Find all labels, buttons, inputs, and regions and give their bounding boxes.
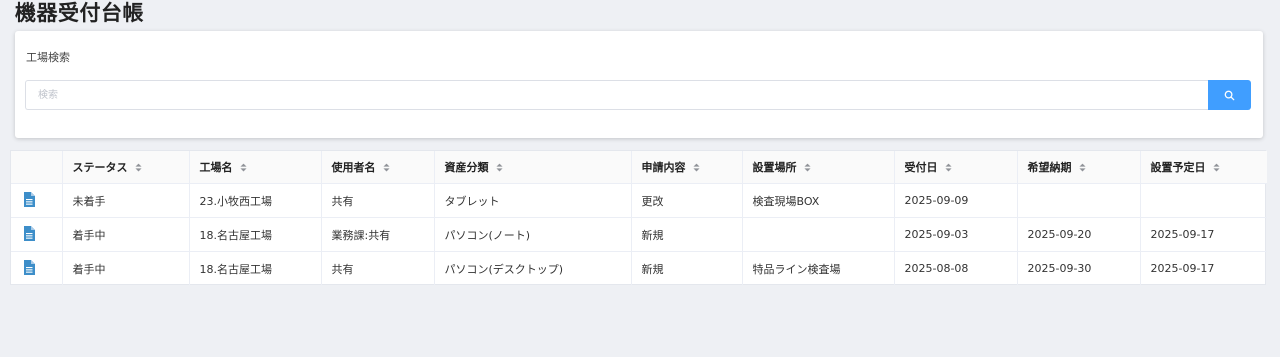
search-label: 工場検索: [26, 51, 70, 64]
header-location[interactable]: 設置場所: [742, 151, 895, 184]
request-cell: 更改: [631, 183, 743, 218]
document-icon[interactable]: [11, 251, 63, 285]
sort-icon[interactable]: [382, 162, 390, 175]
sort-icon[interactable]: [1212, 162, 1220, 175]
received-date-cell: 2025-09-03: [894, 217, 1018, 252]
factory-cell: 23.小牧西工場: [189, 183, 322, 218]
header-asset-class[interactable]: 資産分類: [434, 151, 632, 184]
column-label: 工場名: [199, 161, 233, 174]
desired-delivery-cell: 2025-09-30: [1017, 251, 1141, 285]
sort-icon[interactable]: [944, 162, 952, 175]
desired-delivery-cell: [1017, 183, 1141, 218]
table-row[interactable]: 着手中 18.名古屋工場 業務課:共有 パソコン(ノート) 新規 2025-09-03 20…: [11, 217, 1267, 252]
factory-cell: 18.名古屋工場: [189, 251, 322, 285]
received-date-cell: 2025-09-09: [894, 183, 1018, 218]
table-row[interactable]: 未着手 23.小牧西工場 共有 タブレット 更改 検査現場BOX 2025-09-09: [11, 183, 1267, 218]
column-label: 希望納期: [1027, 161, 1072, 174]
planned-install-cell: 2025-09-17: [1140, 217, 1267, 252]
search-panel: 工場検索: [15, 31, 1263, 138]
asset-class-cell: パソコン(デスクトップ): [434, 251, 632, 285]
column-label: 申請内容: [641, 161, 686, 174]
user-cell: 業務課:共有: [321, 217, 435, 252]
document-icon[interactable]: [11, 183, 63, 218]
header-icon-column: [11, 151, 63, 184]
sort-icon[interactable]: [1078, 162, 1086, 175]
planned-install-cell: [1140, 183, 1267, 218]
sort-icon[interactable]: [495, 162, 503, 175]
location-cell: [742, 217, 895, 252]
column-label: 設置予定日: [1150, 161, 1206, 174]
column-label: 受付日: [904, 161, 938, 174]
search-input[interactable]: [26, 81, 1208, 109]
column-label: 設置場所: [752, 161, 797, 174]
document-icon[interactable]: [11, 217, 63, 252]
header-received[interactable]: 受付日: [894, 151, 1018, 184]
location-cell: 検査現場BOX: [742, 183, 895, 218]
header-planned-install[interactable]: 設置予定日: [1140, 151, 1267, 184]
factory-cell: 18.名古屋工場: [189, 217, 322, 252]
sort-icon[interactable]: [134, 162, 142, 175]
asset-class-cell: パソコン(ノート): [434, 217, 632, 252]
search-button[interactable]: [1208, 80, 1251, 110]
sort-icon[interactable]: [803, 162, 811, 175]
status-cell: 着手中: [62, 251, 190, 285]
search-box: [25, 80, 1208, 110]
column-label: 使用者名: [331, 161, 376, 174]
header-factory[interactable]: 工場名: [189, 151, 322, 184]
user-cell: 共有: [321, 251, 435, 285]
status-cell: 未着手: [62, 183, 190, 218]
location-cell: 特品ライン検査場: [742, 251, 895, 285]
request-cell: 新規: [631, 251, 743, 285]
device-table: ステータス 工場名 使用者名 資産分類 申請内容 設置場所 受付日 希望納期 設置予定日 未着手…: [10, 150, 1267, 285]
sort-icon[interactable]: [239, 162, 247, 175]
table-row[interactable]: 着手中 18.名古屋工場 共有 パソコン(デスクトップ) 新規 特品ライン検査場 2025-…: [11, 251, 1267, 285]
header-status[interactable]: ステータス: [62, 151, 190, 184]
sort-icon[interactable]: [692, 162, 700, 175]
planned-install-cell: 2025-09-17: [1150, 262, 1215, 275]
column-label: ステータス: [72, 161, 128, 174]
status-cell: 着手中: [62, 217, 190, 252]
page-title: 機器受付台帳: [15, 1, 144, 25]
table-header-row: ステータス 工場名 使用者名 資産分類 申請内容 設置場所 受付日 希望納期 設置予定日: [11, 151, 1267, 184]
asset-class-cell: タブレット: [434, 183, 632, 218]
user-cell: 共有: [321, 183, 435, 218]
request-cell: 新規: [631, 217, 743, 252]
search-icon: [1224, 90, 1235, 100]
header-desired-delivery[interactable]: 希望納期: [1017, 151, 1141, 184]
header-request[interactable]: 申請内容: [631, 151, 743, 184]
desired-delivery-cell: 2025-09-20: [1017, 217, 1141, 252]
received-date-cell: 2025-08-08: [894, 251, 1018, 285]
column-label: 資産分類: [444, 161, 489, 174]
header-user[interactable]: 使用者名: [321, 151, 435, 184]
